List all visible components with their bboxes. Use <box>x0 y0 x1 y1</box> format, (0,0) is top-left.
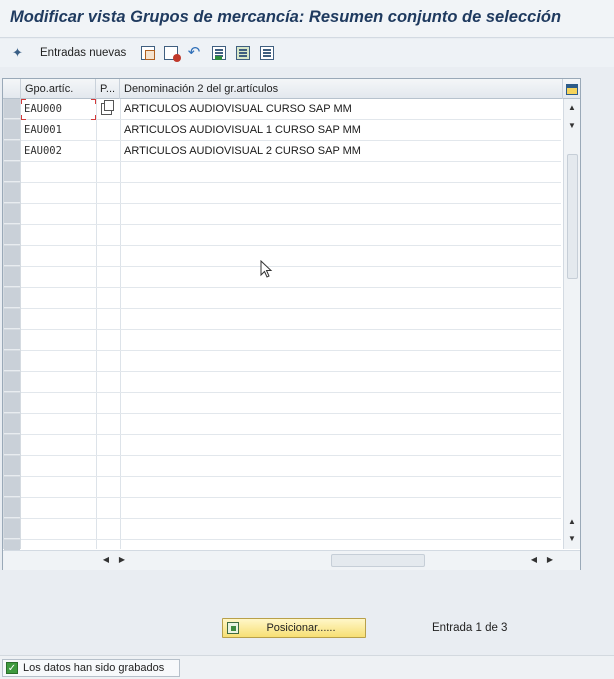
display-change-button[interactable]: ✦ <box>12 44 26 62</box>
row-selector[interactable] <box>4 498 20 518</box>
row-selector[interactable] <box>4 393 20 413</box>
table-row[interactable] <box>21 372 561 393</box>
table-header: Gpo.artíc. P... Denominación 2 del gr.ar… <box>3 79 580 99</box>
row-selector[interactable] <box>4 456 20 476</box>
material-group-cell[interactable]: EAU002 <box>21 141 96 161</box>
row-selector[interactable] <box>4 309 20 329</box>
select-all-icon <box>236 46 250 60</box>
delete-button[interactable] <box>164 44 181 62</box>
table-row[interactable] <box>21 498 561 519</box>
table-row[interactable] <box>21 288 561 309</box>
page-title: Modificar vista Grupos de mercancía: Res… <box>10 8 562 26</box>
table-row[interactable] <box>21 225 561 246</box>
table-row[interactable] <box>21 183 561 204</box>
row-selector[interactable] <box>4 141 20 161</box>
entry-counter: Entrada 1 de 3 <box>432 622 508 634</box>
select-block-icon <box>212 46 226 60</box>
table-row[interactable] <box>21 414 561 435</box>
focus-indicator <box>21 99 96 120</box>
table-row[interactable] <box>21 519 561 540</box>
description-cell[interactable]: ARTICULOS AUDIOVISUAL CURSO SAP MM <box>124 99 352 119</box>
table-control: Gpo.artíc. P... Denominación 2 del gr.ar… <box>2 78 581 570</box>
row-selector[interactable] <box>4 477 20 497</box>
page-up-icon[interactable]: ▲ <box>565 517 579 526</box>
material-group-cell[interactable]: EAU001 <box>21 120 96 140</box>
table-row[interactable] <box>21 393 561 414</box>
copy-as-button[interactable] <box>141 44 155 62</box>
table-row[interactable] <box>21 162 561 183</box>
row-selector[interactable] <box>4 204 20 224</box>
undo-icon: ↶ <box>187 44 201 61</box>
table-row[interactable] <box>21 309 561 330</box>
table-settings-icon <box>565 83 578 95</box>
application-toolbar: ✦ Entradas nuevas ↶ <box>0 39 614 67</box>
row-selector[interactable] <box>4 288 20 308</box>
glasses-icon: ✦ <box>12 45 23 60</box>
select-all-rows-corner[interactable] <box>3 79 21 99</box>
new-entries-label: Entradas nuevas <box>40 47 127 59</box>
table-row[interactable]: EAU002 ARTICULOS AUDIOVISUAL 2 CURSO SAP … <box>21 141 561 162</box>
horizontal-scrollbar[interactable]: ◀ ▶ ◀ ▶ <box>3 550 580 570</box>
deselect-all-button[interactable] <box>260 44 274 62</box>
row-selector[interactable] <box>4 330 20 350</box>
row-selector[interactable] <box>4 435 20 455</box>
deselect-all-icon <box>260 46 274 60</box>
column-header-description[interactable]: Denominación 2 del gr.artículos <box>120 79 563 99</box>
row-selector[interactable] <box>4 267 20 287</box>
possible-entries-icon[interactable] <box>101 100 114 115</box>
horizontal-scroll-thumb[interactable] <box>331 554 425 567</box>
new-entries-button[interactable]: Entradas nuevas <box>40 44 126 62</box>
scroll-left-end-icon[interactable]: ◀ <box>527 555 541 564</box>
row-selector[interactable] <box>4 372 20 392</box>
scroll-left-icon[interactable]: ◀ <box>99 555 113 564</box>
column-header-p[interactable]: P... <box>96 79 120 99</box>
table-row[interactable] <box>21 267 561 288</box>
table-row[interactable] <box>21 351 561 372</box>
scroll-right-end-icon[interactable]: ▶ <box>543 555 557 564</box>
undo-button[interactable]: ↶ <box>187 44 201 62</box>
vertical-scrollbar[interactable]: ▲ ▼ ▲ ▼ <box>563 99 580 549</box>
vertical-scroll-thumb[interactable] <box>567 154 578 279</box>
status-bar: ✓ Los datos han sido grabados <box>0 655 614 679</box>
row-selector[interactable] <box>4 120 20 140</box>
row-selector[interactable] <box>4 99 20 119</box>
delete-icon <box>164 46 181 62</box>
row-selector[interactable] <box>4 519 20 539</box>
status-message[interactable]: ✓ Los datos han sido grabados <box>2 659 180 677</box>
scroll-up-icon[interactable]: ▲ <box>565 103 579 112</box>
table-row[interactable] <box>21 246 561 267</box>
title-bar: Modificar vista Grupos de mercancía: Res… <box>0 0 614 38</box>
scroll-right-icon[interactable]: ▶ <box>115 555 129 564</box>
table-row[interactable] <box>21 330 561 351</box>
table-row[interactable] <box>21 456 561 477</box>
row-selector[interactable] <box>4 162 20 182</box>
column-header-material-group[interactable]: Gpo.artíc. <box>21 79 96 99</box>
table-settings-button[interactable] <box>563 79 580 99</box>
description-cell[interactable]: ARTICULOS AUDIOVISUAL 2 CURSO SAP MM <box>124 141 361 161</box>
row-selector[interactable] <box>4 183 20 203</box>
row-selector[interactable] <box>4 246 20 266</box>
select-all-button[interactable] <box>236 44 250 62</box>
row-selector[interactable] <box>4 351 20 371</box>
description-cell[interactable]: ARTICULOS AUDIOVISUAL 1 CURSO SAP MM <box>124 120 361 140</box>
table-row[interactable] <box>21 204 561 225</box>
position-button[interactable]: Posicionar...... <box>222 618 366 638</box>
table-row[interactable]: EAU001 ARTICULOS AUDIOVISUAL 1 CURSO SAP … <box>21 120 561 141</box>
row-selector[interactable] <box>4 414 20 434</box>
select-block-button[interactable] <box>212 44 226 62</box>
status-message-text: Los datos han sido grabados <box>23 662 165 674</box>
table-row[interactable] <box>21 477 561 498</box>
table-row[interactable] <box>21 435 561 456</box>
success-check-icon: ✓ <box>6 662 18 674</box>
scroll-down-icon[interactable]: ▼ <box>565 534 579 543</box>
page-down-icon[interactable]: ▼ <box>565 121 579 130</box>
copy-icon <box>141 46 155 60</box>
row-selector[interactable] <box>4 225 20 245</box>
position-button-label: Posicionar...... <box>266 622 336 634</box>
